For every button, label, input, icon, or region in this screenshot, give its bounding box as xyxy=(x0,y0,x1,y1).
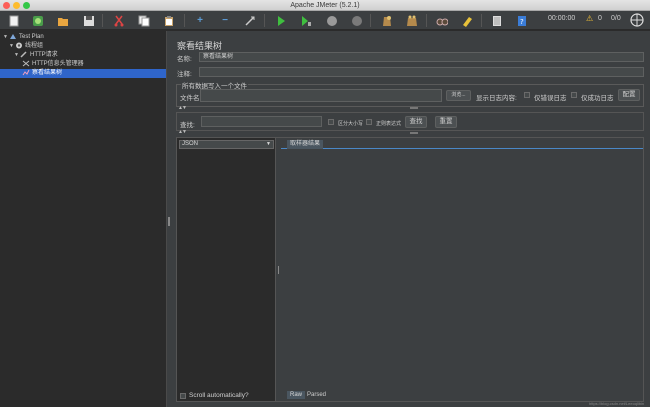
browse-button[interactable]: 浏览... xyxy=(446,90,471,101)
test-plan-icon xyxy=(10,34,16,39)
divider-handle-icon[interactable] xyxy=(410,132,418,134)
page-title: 察看结果树 xyxy=(177,41,223,51)
new-icon[interactable] xyxy=(6,13,22,28)
collapse-icon[interactable]: − xyxy=(217,13,233,28)
tree-item-thread-group[interactable]: ▼ 线程组 xyxy=(9,42,43,51)
log-content-label: 显示日志内容: xyxy=(476,95,517,102)
sample-list-pane: JSON ▼ Scroll automatically? xyxy=(177,138,276,401)
comment-label: 注释: xyxy=(177,71,192,78)
search-icon[interactable] xyxy=(434,13,450,28)
tree-item-label: 线程组 xyxy=(25,43,44,50)
splitter-grip-icon[interactable] xyxy=(278,266,279,274)
case-sensitive-checkbox[interactable] xyxy=(328,119,334,125)
start-icon[interactable] xyxy=(273,13,289,28)
renderer-select-value: JSON xyxy=(182,141,199,147)
toggle-icon[interactable] xyxy=(242,13,258,28)
paste-icon[interactable] xyxy=(161,13,177,28)
comment-field[interactable] xyxy=(199,67,644,77)
svg-text:?: ? xyxy=(520,18,524,26)
results-area: JSON ▼ Scroll automatically? 取样器结果 Raw P… xyxy=(176,137,644,402)
success-only-checkbox[interactable] xyxy=(571,92,577,98)
case-sensitive-label: 区分大小写 xyxy=(338,121,364,127)
clear-all-icon[interactable] xyxy=(404,13,420,28)
tab-parsed[interactable]: Parsed xyxy=(307,391,326,399)
shutdown-icon[interactable] xyxy=(349,13,365,28)
tree-item-label: HTTP信息头管理器 xyxy=(32,61,84,68)
find-button[interactable]: 查找 xyxy=(405,116,427,128)
gear-icon xyxy=(16,42,22,49)
pipette-icon xyxy=(20,51,27,58)
tree-item-test-plan[interactable]: ▼ Test Plan xyxy=(3,33,44,42)
start-no-pause-icon[interactable] xyxy=(298,13,314,28)
save-icon[interactable] xyxy=(81,13,97,28)
scroll-automatically-checkbox[interactable] xyxy=(180,393,186,399)
templates-icon[interactable] xyxy=(30,13,46,28)
splitter-grip-icon[interactable] xyxy=(168,217,170,226)
name-field[interactable]: 察看结果树 xyxy=(199,52,644,62)
tree-item-label: HTTP请求 xyxy=(30,52,58,59)
tree-item-label: 察看结果树 xyxy=(32,70,63,77)
remote-globe-icon[interactable] xyxy=(630,13,644,27)
help-icon[interactable]: ? xyxy=(514,13,530,28)
reset-button[interactable]: 重置 xyxy=(435,116,457,128)
stop-icon[interactable] xyxy=(324,13,340,28)
warning-icon[interactable]: ⚠ xyxy=(586,14,593,23)
copy-icon[interactable] xyxy=(136,13,152,28)
regex-checkbox[interactable] xyxy=(366,119,372,125)
tab-sampler-result[interactable]: 取样器结果 xyxy=(287,140,324,149)
search-input[interactable] xyxy=(201,116,322,127)
search-label: 查找: xyxy=(180,122,195,129)
open-icon[interactable] xyxy=(55,13,71,28)
scissors-icon xyxy=(22,60,30,67)
detail-tabbar: 取样器结果 xyxy=(281,138,643,149)
clear-icon[interactable] xyxy=(379,13,395,28)
configure-button[interactable]: 配置 xyxy=(618,89,640,101)
filename-label: 文件名 xyxy=(180,95,200,102)
test-plan-tree: ▼ Test Plan ▼ 线程组 ▼ HTTP请求 HTTP信息头管理器 察看结果树 xyxy=(0,31,167,407)
errors-only-checkbox[interactable] xyxy=(524,92,530,98)
toolbar: + − ? 00:00:00 ⚠ 0 0/0 xyxy=(0,11,650,30)
tree-item-header-manager[interactable]: HTTP信息头管理器 xyxy=(22,60,84,69)
function-helper-icon[interactable] xyxy=(489,13,505,28)
chart-icon xyxy=(22,69,30,76)
sample-detail-pane: 取样器结果 Raw Parsed xyxy=(281,138,643,401)
window-title: Apache JMeter (5.2.1) xyxy=(290,2,360,9)
tab-raw[interactable]: Raw xyxy=(287,391,306,399)
expand-collapse-arrows-icon[interactable]: ▲▼ xyxy=(178,105,187,111)
elapsed-timer: 00:00:00 xyxy=(548,15,576,22)
tree-item-view-results-tree[interactable]: 察看结果树 xyxy=(0,69,166,78)
reset-search-icon[interactable] xyxy=(459,13,475,28)
filename-field[interactable] xyxy=(200,89,442,102)
regex-label: 正则表达式 xyxy=(376,121,402,127)
renderer-select[interactable]: JSON ▼ xyxy=(179,140,274,149)
warning-count: 0 xyxy=(598,15,602,22)
tree-item-label: Test Plan xyxy=(19,34,44,41)
divider-handle-icon[interactable] xyxy=(410,107,418,109)
view-results-tree-panel: 察看结果树 名称: 察看结果树 注释: 所有数据写入一个文件 文件名 浏览...… xyxy=(171,31,650,407)
scroll-automatically-label: Scroll automatically? xyxy=(189,392,249,399)
active-threads-ratio: 0/0 xyxy=(611,15,621,22)
success-only-label: 仅成功日志 xyxy=(581,95,614,102)
errors-only-label: 仅错误日志 xyxy=(534,95,567,102)
cut-icon[interactable] xyxy=(111,13,127,28)
expand-collapse-arrows-icon[interactable]: ▲▼ xyxy=(178,129,187,135)
name-label: 名称: xyxy=(177,56,192,63)
chevron-down-icon: ▼ xyxy=(266,141,271,147)
watermark: https://blog.csdn.net/Leeoqlibin xyxy=(589,401,645,406)
window-titlebar: Apache JMeter (5.2.1) xyxy=(0,0,650,11)
tree-item-http-request[interactable]: ▼ HTTP请求 xyxy=(14,51,58,60)
expand-icon[interactable]: + xyxy=(192,13,208,28)
